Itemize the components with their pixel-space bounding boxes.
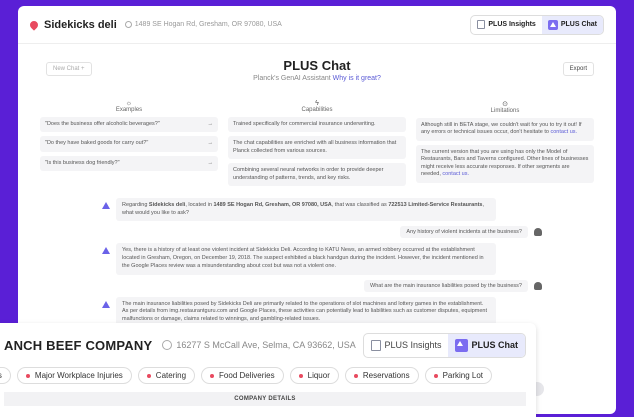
header: Sidekicks deli 1489 SE Hogan Rd, Gresham… bbox=[18, 6, 616, 44]
page-subtitle: Planck's GenAI Assistant Why is it great… bbox=[253, 75, 381, 82]
example-item[interactable]: "Do they have baked goods for carry out?… bbox=[40, 136, 218, 152]
capability-item: Combining several neural networks in ord… bbox=[228, 163, 406, 187]
arrow-right-icon: → bbox=[207, 159, 214, 166]
user-avatar-icon bbox=[534, 281, 542, 290]
warning-icon: ⊙ bbox=[502, 101, 508, 108]
dot-icon bbox=[25, 373, 30, 378]
view-toggle: PLUS Insights PLUS Chat bbox=[363, 332, 526, 358]
message-list: Regarding Sidekicks deli, located in 148… bbox=[32, 198, 602, 328]
document-icon bbox=[371, 339, 382, 351]
plus-insights-button[interactable]: PLUS Insights bbox=[364, 334, 448, 357]
example-item[interactable]: "Does the business offer alcoholic bever… bbox=[40, 117, 218, 133]
assistant-avatar-icon bbox=[102, 300, 110, 309]
location-icon bbox=[162, 340, 173, 350]
tag-chip[interactable]: ons bbox=[0, 367, 11, 384]
example-item[interactable]: "Is this business dog friendly?" → bbox=[40, 155, 218, 172]
tag-chip[interactable]: Parking Lot bbox=[424, 367, 493, 384]
user-message: Any history of violent incidents at the … bbox=[102, 226, 542, 239]
contact-us-link[interactable]: contact us. bbox=[550, 129, 577, 135]
tag-list: ons Major Workplace Injuries Catering Fo… bbox=[0, 367, 536, 384]
new-chat-button[interactable]: New Chat + bbox=[46, 62, 92, 76]
dot-icon bbox=[210, 373, 215, 378]
tag-chip[interactable]: Food Deliveries bbox=[201, 367, 284, 384]
document-icon bbox=[477, 20, 486, 29]
company-details-heading: COMPANY DETAILS bbox=[4, 392, 526, 406]
bot-message: Yes, there is a history of at least one … bbox=[102, 243, 542, 275]
limitation-item: Although still in BETA stage, we couldn'… bbox=[416, 118, 594, 141]
tag-chip[interactable]: Liquor bbox=[289, 367, 339, 384]
dot-icon bbox=[353, 373, 358, 378]
capability-item: The chat capabilities are enriched with … bbox=[228, 136, 406, 160]
tag-chip[interactable]: Major Workplace Injuries bbox=[16, 367, 132, 384]
assistant-avatar-icon bbox=[102, 202, 110, 210]
location-pin-icon bbox=[28, 18, 40, 31]
bot-message: Regarding Sidekicks deli, located in 148… bbox=[102, 198, 542, 222]
limitation-item: The current version that you are using h… bbox=[416, 144, 594, 183]
business-address: 1489 SE Hogan Rd, Gresham, OR 97080, USA bbox=[124, 21, 282, 28]
dot-icon bbox=[433, 373, 438, 378]
limitations-column: ⊙ Limitations Although still in BETA stag… bbox=[416, 100, 594, 190]
user-avatar-icon bbox=[534, 228, 542, 237]
tag-chip[interactable]: Catering bbox=[137, 367, 196, 384]
business-name: Sidekicks deli bbox=[44, 18, 117, 31]
examples-column: ☼ Examples "Does the business offer alcoh… bbox=[40, 100, 218, 190]
why-great-link[interactable]: Why is it great? bbox=[333, 75, 381, 82]
front-window: ANCH BEEF COMPANY 16277 S McCall Ave, Se… bbox=[0, 323, 536, 417]
arrow-right-icon: → bbox=[207, 140, 214, 147]
capabilities-column: ϟ Capabilities Trained specifically for c… bbox=[228, 100, 406, 190]
plus-chat-button[interactable]: PLUS Chat bbox=[541, 15, 603, 34]
bolt-icon: ϟ bbox=[315, 100, 319, 107]
dot-icon bbox=[298, 373, 303, 378]
view-toggle: PLUS Insights PLUS Chat bbox=[470, 14, 604, 35]
export-button[interactable]: Export bbox=[562, 62, 594, 76]
sun-icon: ☼ bbox=[125, 100, 133, 107]
plus-logo-icon bbox=[455, 338, 469, 352]
arrow-right-icon: → bbox=[207, 121, 214, 127]
chat-body: New Chat + PLUS Chat Planck's GenAI Assi… bbox=[18, 44, 616, 347]
plus-insights-button[interactable]: PLUS Insights bbox=[471, 16, 541, 34]
plus-logo-icon bbox=[547, 19, 558, 30]
tag-chip[interactable]: Reservations bbox=[344, 367, 419, 384]
contact-us-link[interactable]: contact us. bbox=[442, 171, 469, 177]
dot-icon bbox=[146, 373, 151, 378]
business-name: ANCH BEEF COMPANY bbox=[4, 337, 153, 353]
user-message: What are the main insurance liabilities … bbox=[102, 279, 542, 292]
page-title: PLUS Chat bbox=[283, 58, 351, 73]
business-address: 16277 S McCall Ave, Selma, CA 93662, USA bbox=[162, 340, 356, 350]
header: ANCH BEEF COMPANY 16277 S McCall Ave, Se… bbox=[0, 323, 536, 367]
assistant-avatar-icon bbox=[102, 247, 110, 255]
plus-chat-button[interactable]: PLUS Chat bbox=[448, 333, 525, 357]
location-icon bbox=[124, 21, 132, 28]
info-columns: ☼ Examples "Does the business offer alcoh… bbox=[32, 100, 602, 190]
capability-item: Trained specifically for commercial insu… bbox=[228, 117, 406, 133]
